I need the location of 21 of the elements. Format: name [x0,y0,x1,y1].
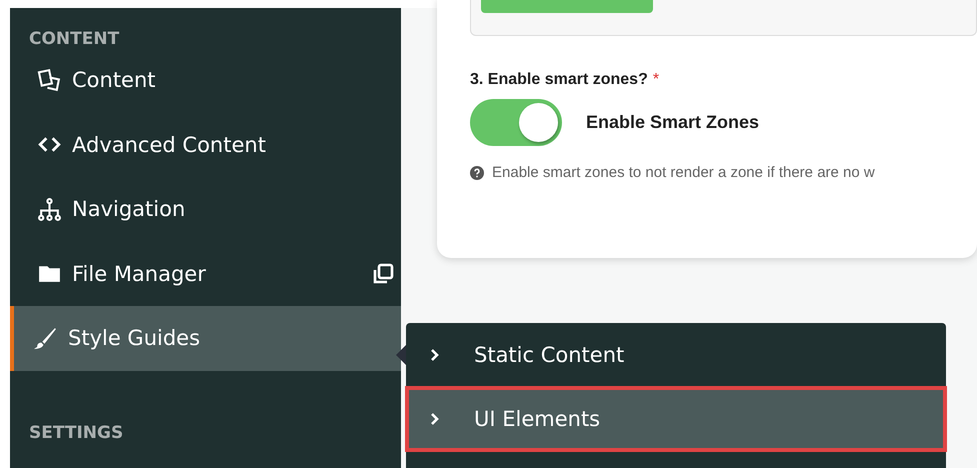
sidebar-item[interactable]: Navigation [10,177,401,242]
section-heading: CONTENT [28,28,120,48]
submenu-item[interactable]: Static Content [406,323,946,387]
new-window-icon[interactable] [371,262,395,286]
help-text: Enable smart zones to not render a zone if there are no w [492,164,875,181]
required-asterisk: * [652,71,660,88]
sidebar-item[interactable]: Style Guides [10,306,401,370]
help-icon [470,166,484,180]
cards-icon [37,68,62,93]
submenu-item[interactable]: UI Elements [406,387,946,451]
section-heading: SETTINGS [28,422,124,444]
sitemap-icon [37,196,62,222]
chevron-right-icon [430,412,440,426]
chevron-right-icon [430,348,440,362]
sidebar-item[interactable]: Advanced Content [10,112,401,177]
toggle-switch[interactable] [470,99,562,146]
sidebar-item[interactable]: File Manager [10,242,401,306]
sidebar-item[interactable]: Content [10,48,401,112]
brush-icon [33,326,58,351]
question-label: 3. Enable smart zones? * [470,71,660,89]
toggle-label: Enable Smart Zones [586,112,760,133]
